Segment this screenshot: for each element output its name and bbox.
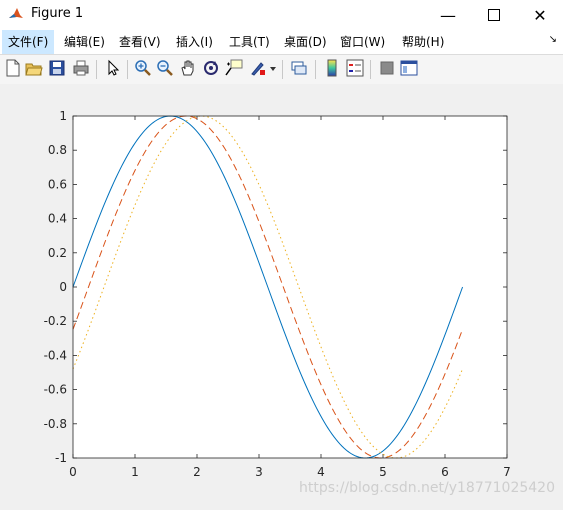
- menu-tools[interactable]: 工具(T): [223, 30, 276, 54]
- close-icon: ✕: [533, 5, 547, 25]
- toolbar-separator: [96, 60, 97, 79]
- print-icon[interactable]: [72, 59, 90, 77]
- y-tick-label: 0.8: [48, 143, 67, 157]
- y-tick-label: -0.8: [44, 417, 67, 431]
- plot-svg: -1 -0.8 -0.6 -0.4 -0.2 0 0.2 0.4 0.6 0.8 1 0 1 2 3 4 5 6…: [44, 109, 511, 479]
- menu-file[interactable]: 文件(F): [2, 30, 55, 54]
- title-bar: Figure 1 — ✕: [0, 0, 563, 31]
- pointer-icon[interactable]: [104, 59, 122, 77]
- y-tick-label: 0.4: [48, 212, 67, 226]
- toolbar-separator: [370, 60, 371, 79]
- open-file-icon[interactable]: [25, 59, 43, 77]
- link-plot-icon[interactable]: [290, 59, 308, 77]
- hide-plot-tools-icon[interactable]: [378, 59, 396, 77]
- menu-bar: 文件(F) 编辑(E) 查看(V) 插入(I) 工具(T) 桌面(D) 窗口(W…: [0, 30, 563, 54]
- data-cursor-icon[interactable]: [225, 59, 243, 77]
- toolbar-separator: [127, 60, 128, 79]
- menu-help[interactable]: 帮助(H): [396, 30, 450, 54]
- toolbar-separator: [282, 60, 283, 79]
- y-tick-label: 0.6: [48, 177, 67, 191]
- minimize-button[interactable]: —: [425, 0, 471, 30]
- brush-icon[interactable]: [249, 59, 267, 77]
- menu-desktop[interactable]: 桌面(D): [278, 30, 333, 54]
- y-tick-label: 1: [59, 109, 67, 123]
- figure-canvas: -1 -0.8 -0.6 -0.4 -0.2 0 0.2 0.4 0.6 0.8 1 0 1 2 3 4 5 6…: [0, 84, 563, 506]
- y-tick-label: -0.4: [44, 348, 67, 362]
- x-tick-label: 7: [503, 465, 511, 479]
- x-tick-label: 2: [193, 465, 201, 479]
- rotate-3d-icon[interactable]: [202, 59, 220, 77]
- zoom-out-icon[interactable]: [156, 59, 174, 77]
- menu-view[interactable]: 查看(V): [113, 30, 167, 54]
- x-tick-label: 5: [379, 465, 387, 479]
- zoom-in-icon[interactable]: [134, 59, 152, 77]
- figure-toolbar: [0, 54, 563, 85]
- colorbar-icon[interactable]: [323, 59, 341, 77]
- show-plot-tools-icon[interactable]: [400, 59, 418, 77]
- watermark-text: https://blog.csdn.net/y18771025420: [298, 480, 555, 496]
- y-tick-label: -0.6: [44, 383, 67, 397]
- new-figure-icon[interactable]: [4, 59, 22, 77]
- x-tick-label: 1: [131, 465, 139, 479]
- x-tick-label: 3: [255, 465, 263, 479]
- save-icon[interactable]: [48, 59, 66, 77]
- axes-background: [73, 116, 507, 458]
- maximize-icon: [488, 9, 500, 21]
- maximize-button[interactable]: [471, 0, 517, 30]
- menu-insert[interactable]: 插入(I): [170, 30, 219, 54]
- x-tick-label: 4: [317, 465, 325, 479]
- y-tick-label: 0: [59, 280, 67, 294]
- window-title: Figure 1: [31, 6, 84, 21]
- menu-window[interactable]: 窗口(W): [334, 30, 391, 54]
- y-tick-label: -1: [55, 451, 67, 465]
- menu-edit[interactable]: 编辑(E): [58, 30, 111, 54]
- y-tick-label: -0.2: [44, 314, 67, 328]
- legend-icon[interactable]: [346, 59, 364, 77]
- minimize-icon: —: [440, 5, 456, 25]
- brush-dropdown-icon[interactable]: [269, 59, 277, 77]
- close-button[interactable]: ✕: [517, 0, 563, 30]
- pan-icon[interactable]: [179, 59, 197, 77]
- x-tick-label: 0: [69, 465, 77, 479]
- matlab-icon: [8, 6, 24, 22]
- x-tick-label: 6: [441, 465, 449, 479]
- toolbar-separator: [315, 60, 316, 79]
- dock-arrow-icon[interactable]: ↘: [549, 34, 557, 45]
- y-tick-label: 0.2: [48, 246, 67, 260]
